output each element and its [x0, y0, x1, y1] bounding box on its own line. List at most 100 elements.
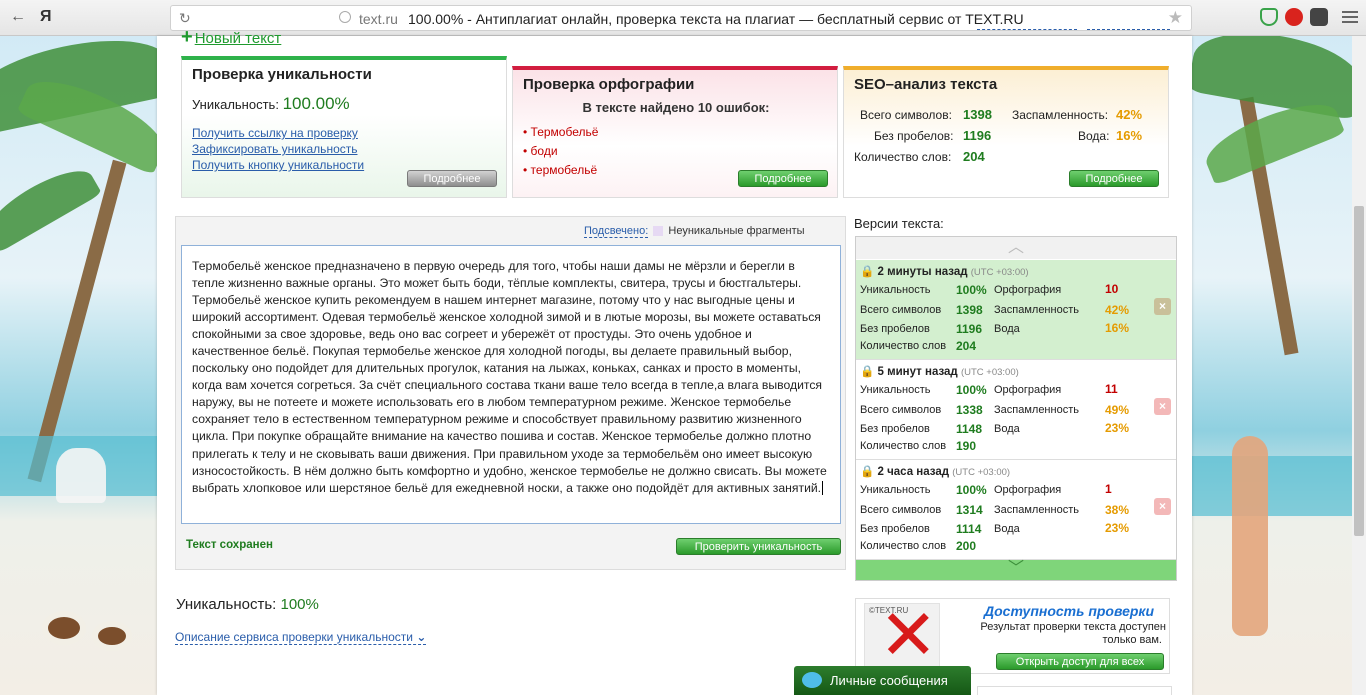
- check-uniqueness-button[interactable]: Проверить уникальность: [676, 538, 841, 555]
- chevron-down-icon: ⌄: [416, 630, 427, 644]
- delete-version-icon[interactable]: ×: [1154, 398, 1171, 415]
- spelling-error-item[interactable]: • Термобельё: [523, 125, 598, 139]
- top-link-fragment[interactable]: [977, 29, 1077, 30]
- version-total-value: 1314: [956, 503, 983, 517]
- spelling-error-item[interactable]: • боди: [523, 144, 558, 158]
- version-label: Без пробелов: [860, 523, 930, 535]
- version-label: Без пробелов: [860, 423, 930, 435]
- version-spell-value: 10: [1105, 282, 1119, 296]
- new-text-link[interactable]: + Новый текст: [181, 26, 281, 49]
- opera-extension-icon[interactable]: [1285, 8, 1303, 26]
- spelling-error-item[interactable]: • термобельё: [523, 163, 597, 177]
- version-label: Заспамленность: [994, 304, 1079, 316]
- get-button-link[interactable]: Получить кнопку уникальности: [192, 158, 364, 172]
- result-value: 100%: [280, 596, 319, 613]
- error-word: Термобельё: [530, 125, 599, 139]
- version-water-value: 23%: [1105, 421, 1130, 435]
- right-beach-background: [1192, 36, 1352, 695]
- open-access-button[interactable]: Открыть доступ для всех: [996, 653, 1164, 670]
- version-spell-value: 11: [1105, 382, 1118, 396]
- version-nospace-value: 1114: [956, 522, 982, 536]
- spelling-more-button[interactable]: Подробнее: [738, 170, 828, 187]
- version-label: Вода: [994, 423, 1020, 435]
- text-input-area[interactable]: Термобельё женское предназначено в перву…: [181, 245, 841, 524]
- yandex-logo[interactable]: Я: [40, 8, 52, 26]
- delete-version-icon[interactable]: ×: [1154, 298, 1171, 315]
- version-item[interactable]: 🔒 2 часа назад (UTC +03:00) Уникальность…: [856, 460, 1176, 560]
- coconut-icon: [92, 621, 132, 651]
- reload-icon[interactable]: ↻: [179, 10, 191, 27]
- access-text-1: Результат проверки текста доступен: [980, 621, 1166, 633]
- seo-words-label: Количество слов:: [854, 150, 952, 164]
- version-total-value: 1398: [956, 303, 983, 317]
- version-spell-value: 1: [1105, 482, 1112, 496]
- top-link-fragment[interactable]: [1087, 29, 1170, 30]
- boat-sail-icon: [56, 448, 106, 503]
- plus-icon: +: [181, 26, 193, 48]
- seo-total-label: Всего символов:: [860, 108, 952, 122]
- gmail-extension-icon[interactable]: [1310, 8, 1328, 26]
- bookmark-star-icon[interactable]: ★: [1168, 8, 1183, 28]
- delete-version-icon[interactable]: ×: [1154, 498, 1171, 515]
- version-label: Уникальность: [860, 384, 931, 396]
- version-label: Уникальность: [860, 284, 931, 296]
- version-label: Всего символов: [860, 304, 942, 316]
- version-nospace-value: 1196: [956, 322, 983, 336]
- version-utc: (UTC +03:00): [970, 267, 1029, 278]
- uniqueness-title: Проверка уникальности: [192, 66, 372, 83]
- address-bar[interactable]: ↻ text.ru 100.00% - Антиплагиат онлайн, …: [170, 5, 1192, 31]
- page-scrollbar[interactable]: [1352, 36, 1366, 695]
- seo-words-value: 204: [963, 149, 985, 164]
- seo-nospace-value: 1196: [963, 128, 992, 143]
- seo-spam-value: 42%: [1116, 107, 1143, 122]
- version-item[interactable]: 🔒 5 минут назад (UTC +03:00) Уникальност…: [856, 360, 1176, 460]
- version-label: Количество слов: [860, 540, 947, 552]
- uniqueness-value: 100.00%: [282, 94, 350, 113]
- highlight-legend-label: Неуникальные фрагменты: [668, 225, 805, 237]
- version-water-value: 16%: [1105, 321, 1130, 335]
- versions-title: Версии текста:: [854, 216, 944, 231]
- version-uniq-value: 100%: [956, 283, 987, 297]
- service-description-link[interactable]: Описание сервиса проверки уникальности ⌄: [175, 630, 427, 645]
- highlight-swatch: [653, 226, 664, 237]
- messages-bar[interactable]: Личные сообщения: [794, 666, 971, 695]
- back-icon[interactable]: ←: [10, 8, 26, 26]
- version-uniq-value: 100%: [956, 383, 987, 397]
- version-item[interactable]: 🔒 2 минуты назад (UTC +03:00) Уникальнос…: [856, 260, 1176, 360]
- seo-more-button[interactable]: Подробнее: [1069, 170, 1159, 187]
- get-check-link[interactable]: Получить ссылку на проверку: [192, 126, 358, 140]
- version-header: 🔒 2 часа назад (UTC +03:00): [860, 466, 1011, 478]
- version-spam-value: 49%: [1105, 403, 1130, 417]
- spelling-title: Проверка орфографии: [523, 76, 695, 93]
- access-text-2: только вам.: [1102, 634, 1162, 646]
- versions-scroll-down-icon[interactable]: ﹀: [856, 560, 1176, 580]
- save-status: Текст сохранен: [186, 539, 273, 551]
- highlight-link[interactable]: Подсвечено:: [584, 225, 649, 238]
- uniqueness-summary: Уникальность: 100.00%: [192, 94, 350, 114]
- page-tab-title: 100.00% - Антиплагиат онлайн, проверка т…: [408, 11, 1024, 27]
- protect-shield-icon[interactable]: [1260, 8, 1278, 26]
- left-beach-background: [0, 36, 157, 695]
- seo-water-value: 16%: [1116, 128, 1143, 143]
- fix-uniqueness-link[interactable]: Зафиксировать уникальность: [192, 142, 358, 156]
- uniqueness-label: Уникальность:: [192, 97, 279, 112]
- spelling-block: Проверка орфографии В тексте найдено 10 …: [512, 66, 838, 198]
- version-nospace-value: 1148: [956, 422, 983, 436]
- highlight-legend: Подсвечено: Неуникальные фрагменты: [584, 225, 805, 238]
- version-label: Вода: [994, 323, 1020, 335]
- site-info-icon[interactable]: [339, 11, 351, 23]
- uniqueness-more-button[interactable]: Подробнее: [407, 170, 497, 187]
- version-label: Заспамленность: [994, 504, 1079, 516]
- version-label: Количество слов: [860, 340, 947, 352]
- uniqueness-block: Проверка уникальности Уникальность: 100.…: [181, 56, 507, 198]
- result-label: Уникальность:: [176, 596, 277, 613]
- version-uniq-value: 100%: [956, 483, 987, 497]
- version-time: 2 часа назад: [877, 466, 950, 478]
- versions-scroll-up-icon[interactable]: ︿: [856, 237, 1176, 259]
- beach-figure-image: [1232, 436, 1268, 636]
- version-total-value: 1338: [956, 403, 983, 417]
- text-content: Термобельё женское предназначено в перву…: [192, 259, 827, 495]
- chat-bubble-icon: [802, 672, 822, 688]
- browser-menu-icon[interactable]: [1342, 8, 1358, 26]
- scrollbar-thumb[interactable]: [1354, 206, 1364, 536]
